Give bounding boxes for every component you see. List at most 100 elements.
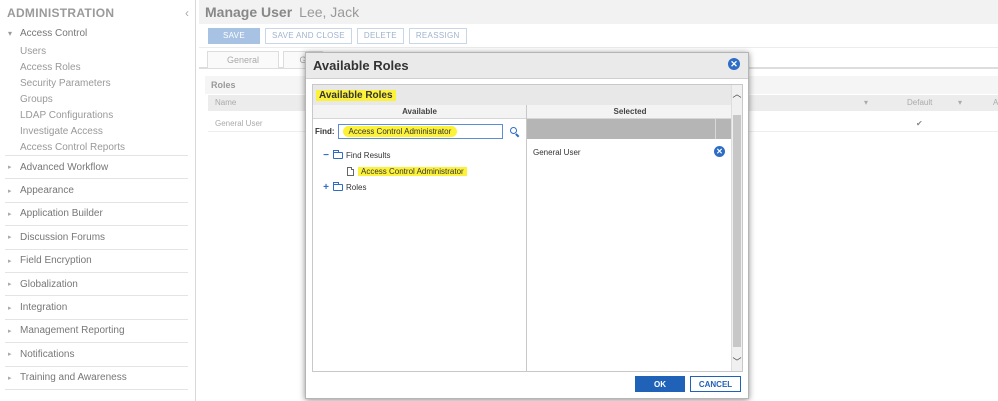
sidebar-item-security-parameters[interactable]: Security Parameters xyxy=(0,76,195,92)
sidebar-section-label: Access Control xyxy=(20,27,88,39)
column-default[interactable]: Default xyxy=(907,98,932,107)
find-input[interactable]: Access Control Administrator xyxy=(337,124,503,139)
check-icon: ✔ xyxy=(916,119,923,128)
sidebar-group-management-reporting[interactable]: ▸ Management Reporting xyxy=(5,320,188,344)
find-input-value: Access Control Administrator xyxy=(342,126,458,137)
save-and-close-button[interactable]: SAVE AND CLOSE xyxy=(264,27,352,44)
folder-icon xyxy=(333,149,343,159)
selected-item-label: General User xyxy=(533,147,581,157)
remove-icon[interactable]: ✕ xyxy=(714,146,725,157)
sidebar-item-access-roles[interactable]: Access Roles xyxy=(0,60,195,76)
close-icon[interactable]: ✕ xyxy=(728,58,740,70)
sidebar-item-investigate-access[interactable]: Investigate Access xyxy=(0,124,195,140)
chevron-right-icon: ▸ xyxy=(8,257,12,265)
dialog-title: Available Roles xyxy=(313,58,409,73)
chevron-right-icon: ▸ xyxy=(8,304,12,312)
search-icon[interactable] xyxy=(509,126,521,138)
row-name: General User xyxy=(215,119,263,128)
sidebar-group-label: Management Reporting xyxy=(20,325,125,337)
document-icon xyxy=(347,166,354,176)
admin-sidebar: ADMINISTRATION ‹ ▾ Access Control Users … xyxy=(0,0,196,401)
sidebar-item-ldap-configurations[interactable]: LDAP Configurations xyxy=(0,108,195,124)
available-header: Available xyxy=(313,105,526,119)
ok-button[interactable]: OK xyxy=(635,376,685,392)
chevron-right-icon: ▸ xyxy=(8,281,12,289)
sidebar-group-discussion-forums[interactable]: ▸ Discussion Forums xyxy=(5,226,188,250)
sidebar-group-integration[interactable]: ▸ Integration xyxy=(5,296,188,320)
sort-icon[interactable]: ▾ xyxy=(864,98,868,107)
chevron-right-icon: ▸ xyxy=(8,351,12,359)
dialog-subheader: Available Roles xyxy=(313,85,742,105)
tree-node-find-results[interactable]: − Find Results xyxy=(313,147,526,163)
record-toolbar: SAVE SAVE AND CLOSE DELETE REASSIGN xyxy=(199,24,998,48)
available-roles-dialog: Available Roles ✕ Available Roles Availa… xyxy=(305,52,749,399)
tree-node-label: Access Control Administrator xyxy=(358,166,467,176)
selected-toolbar xyxy=(527,119,733,139)
sidebar-group-label: Application Builder xyxy=(20,208,103,220)
tree-node-result-item[interactable]: Access Control Administrator xyxy=(313,163,526,179)
app-window: ADMINISTRATION ‹ ▾ Access Control Users … xyxy=(0,0,998,401)
sidebar-group-label: Integration xyxy=(20,302,68,314)
scroll-up-icon[interactable]: ︿ xyxy=(732,87,742,101)
sidebar-group-label: Field Encryption xyxy=(20,255,92,267)
column-name[interactable]: Name xyxy=(215,98,236,107)
chevron-down-icon: ▾ xyxy=(8,28,13,38)
sidebar-group-application-builder[interactable]: ▸ Application Builder xyxy=(5,203,188,227)
sidebar-section-access-control[interactable]: ▾ Access Control xyxy=(0,22,195,44)
selected-pane: Selected General User ✕ xyxy=(527,105,733,371)
sidebar-group-globalization[interactable]: ▸ Globalization xyxy=(5,273,188,297)
sidebar-group-label: Appearance xyxy=(20,185,74,197)
save-button[interactable]: SAVE xyxy=(208,27,260,44)
folder-icon xyxy=(333,181,343,191)
tab-general[interactable]: General xyxy=(207,51,279,68)
sidebar-title: ADMINISTRATION xyxy=(7,5,115,20)
tree-node-label: Find Results xyxy=(346,150,391,160)
tree-node-roles[interactable]: + Roles xyxy=(313,179,526,195)
sidebar-group-label: Notifications xyxy=(20,348,75,360)
find-label: Find: xyxy=(315,127,335,136)
dialog-subtitle: Available Roles xyxy=(316,89,396,101)
sidebar-group-label: Globalization xyxy=(20,278,78,290)
sidebar-group-field-encryption[interactable]: ▸ Field Encryption xyxy=(5,250,188,273)
selected-item-general-user[interactable]: General User ✕ xyxy=(527,143,733,161)
chevron-right-icon: ▸ xyxy=(8,234,12,242)
delete-button[interactable]: DELETE xyxy=(356,27,404,44)
sort-icon[interactable]: ▾ xyxy=(958,98,962,107)
available-pane: Available Find: Access Control Administr… xyxy=(313,105,527,371)
scrollbar-thumb[interactable] xyxy=(733,115,741,347)
sidebar-group-label: Advanced Workflow xyxy=(20,161,109,173)
sidebar-group-training-and-awareness[interactable]: ▸ Training and Awareness xyxy=(5,367,188,390)
chevron-right-icon: ▸ xyxy=(8,374,12,382)
chevron-right-icon: ▸ xyxy=(8,327,12,335)
find-row: Find: Access Control Administrator xyxy=(313,119,526,141)
chevron-right-icon: ▸ xyxy=(8,210,12,218)
sidebar-item-access-control-reports[interactable]: Access Control Reports xyxy=(5,140,188,156)
scroll-down-icon[interactable]: ﹀ xyxy=(732,355,742,369)
dialog-scrollbar[interactable]: ︿ ﹀ xyxy=(731,85,742,371)
roles-tree: − Find Results Access Control Administra… xyxy=(313,147,526,195)
sidebar-header: ADMINISTRATION ‹ xyxy=(0,0,195,22)
page-title: Manage User xyxy=(205,4,293,20)
reassign-button[interactable]: REASSIGN xyxy=(408,27,467,44)
sidebar-item-users[interactable]: Users xyxy=(0,44,195,60)
sidebar-group-advanced-workflow[interactable]: ▸ Advanced Workflow xyxy=(5,156,188,180)
sidebar-group-label: Training and Awareness xyxy=(20,372,127,384)
collapse-sidebar-icon[interactable]: ‹ xyxy=(185,6,189,20)
dialog-body: Available Roles Available Find: Access C… xyxy=(312,84,743,372)
selected-header: Selected xyxy=(527,105,733,119)
sidebar-group-label: Discussion Forums xyxy=(20,231,106,243)
sidebar-group-notifications[interactable]: ▸ Notifications xyxy=(5,343,188,367)
tree-node-label: Roles xyxy=(346,182,367,192)
dialog-title-bar: Available Roles xyxy=(306,53,748,79)
chevron-right-icon: ▸ xyxy=(8,187,12,195)
record-name: Lee, Jack xyxy=(299,4,360,20)
chevron-right-icon: ▸ xyxy=(8,164,12,172)
expand-icon[interactable]: + xyxy=(321,182,331,193)
page-header: Manage User Lee, Jack xyxy=(199,0,998,24)
dialog-footer: OK CANCEL xyxy=(306,372,748,398)
column-a[interactable]: A xyxy=(993,98,998,107)
collapse-icon[interactable]: − xyxy=(321,150,331,161)
sidebar-item-groups[interactable]: Groups xyxy=(0,92,195,108)
cancel-button[interactable]: CANCEL xyxy=(690,376,741,392)
sidebar-group-appearance[interactable]: ▸ Appearance xyxy=(5,179,188,203)
